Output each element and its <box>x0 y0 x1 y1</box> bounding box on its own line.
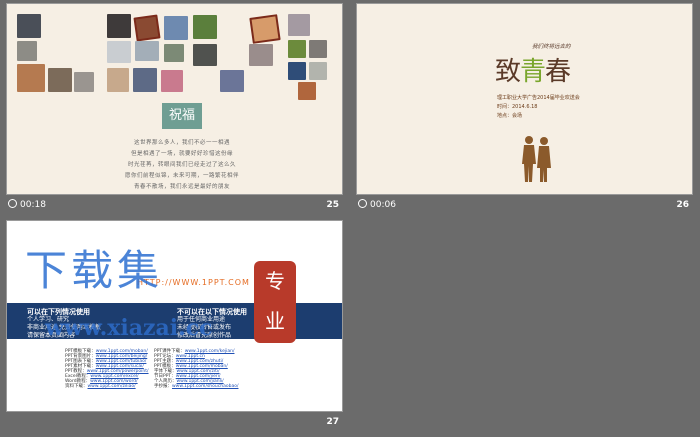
photo <box>193 44 217 66</box>
link-url[interactable]: www.1ppt.com/ziliao/ <box>88 384 136 389</box>
stamp-badge: 专 业 <box>254 261 296 343</box>
slide-thumbnail-26[interactable]: 我们终将远去的 致青春 理工职业大学广告2014届毕业欢送会 时间：2014.6… <box>356 3 693 213</box>
timer-value: 00:06 <box>370 200 396 210</box>
title-char: 致 <box>495 57 521 87</box>
info-line: 地点：会场 <box>497 113 523 119</box>
slide-number: 26 <box>676 200 689 210</box>
clock-icon <box>358 199 367 208</box>
slide-number: 25 <box>326 200 339 210</box>
info-line: 理工职业大学广告2014届毕业欢送会 <box>497 95 580 101</box>
poem-line: 时光荏苒，转眼间我们已经走过了这么久 <box>127 162 236 168</box>
slide-canvas: 我们终将远去的 致青春 理工职业大学广告2014届毕业欢送会 时间：2014.6… <box>356 3 693 195</box>
slide-timer: 00:06 <box>358 197 396 213</box>
slide-meta: 00:18 25 <box>6 197 343 213</box>
photo <box>288 62 306 80</box>
link-row[interactable]: 手抄报：www.1ppt.com/shouchaobao/ <box>154 384 238 389</box>
photo <box>133 68 157 92</box>
photo <box>107 41 131 63</box>
slide-meta: 27 <box>6 414 343 430</box>
photo <box>74 72 94 92</box>
link-list: PPT课件下载：www.1ppt.com/kejian/ PPT论坛：www.1… <box>154 349 238 389</box>
watermark-url: www.xiazai.cc <box>45 315 213 341</box>
photo <box>107 14 131 38</box>
poem-line: 这世界那么多人，我们不必一一相遇 <box>133 140 230 146</box>
photo <box>164 44 184 62</box>
link-url[interactable]: www.1ppt.com/shouchaobao/ <box>172 384 238 389</box>
slide-canvas: 祝福 这世界那么多人，我们不必一一相遇 但是相遇了一场，就要好好珍惜这份缘 时光… <box>6 3 343 195</box>
couple-silhouette <box>522 136 551 182</box>
timer-value: 00:18 <box>20 200 46 210</box>
clock-icon <box>8 199 17 208</box>
blessing-label: 祝福 <box>162 103 202 129</box>
photo <box>161 70 183 92</box>
photo <box>309 40 327 58</box>
slide-title: 致青春 <box>495 51 571 88</box>
slide-canvas: HTTP://WWW.1PPT.COM 可以在下列情况使用 个人学习、研究 非商… <box>6 220 343 412</box>
poem-line: 青春不散场，我们永远是最好的朋友 <box>133 184 230 190</box>
photo <box>220 70 244 92</box>
info-line: 时间：2014.6.18 <box>497 104 538 110</box>
slide-thumbnail-25[interactable]: 祝福 这世界那么多人，我们不必一一相遇 但是相遇了一场，就要好好珍惜这份缘 时光… <box>6 3 343 213</box>
slide-meta: 00:06 26 <box>356 197 693 213</box>
poem-text: 这世界那么多人，我们不必一一相遇 但是相遇了一场，就要好好珍惜这份缘 时光荏苒，… <box>67 138 297 193</box>
slide-number: 27 <box>326 417 339 427</box>
photo <box>288 14 310 36</box>
photo <box>135 41 159 61</box>
link-list: PPT模板下载：www.1ppt.com/moban/ PPT背景图片：www.… <box>65 349 149 389</box>
slide-thumbnail-27[interactable]: HTTP://WWW.1PPT.COM 可以在下列情况使用 个人学习、研究 非商… <box>6 220 343 430</box>
slide-timer: 00:18 <box>8 197 46 213</box>
poem-line: 愿你们前程似锦，未来可期，一路繁花相伴 <box>124 173 239 179</box>
photo <box>298 82 316 100</box>
subtitle-text: 我们终将远去的 <box>532 44 571 50</box>
link-row[interactable]: 资料下载：www.1ppt.com/ziliao/ <box>65 384 149 389</box>
link-label: 手抄报： <box>154 384 172 389</box>
photo <box>249 44 273 66</box>
link-label: 资料下载： <box>65 384 88 389</box>
photo <box>107 68 129 92</box>
stamp-char: 专 <box>265 269 285 293</box>
photo <box>17 41 37 61</box>
photo <box>17 64 45 92</box>
photo <box>288 40 306 58</box>
watermark-title: 下载集 <box>25 246 164 295</box>
photo <box>249 14 281 44</box>
photo <box>193 15 217 39</box>
photo <box>48 68 72 92</box>
title-char: 春 <box>545 57 571 87</box>
poem-line: 但是相遇了一场，就要好好珍惜这份缘 <box>130 151 233 157</box>
photo <box>309 62 327 80</box>
photo <box>133 14 161 42</box>
event-info: 理工职业大学广告2014届毕业欢送会 时间：2014.6.18 地点：会场 <box>497 94 580 121</box>
stamp-char: 业 <box>265 309 285 333</box>
title-char: 青 <box>520 57 546 87</box>
photo <box>17 14 41 38</box>
photo <box>164 16 188 40</box>
